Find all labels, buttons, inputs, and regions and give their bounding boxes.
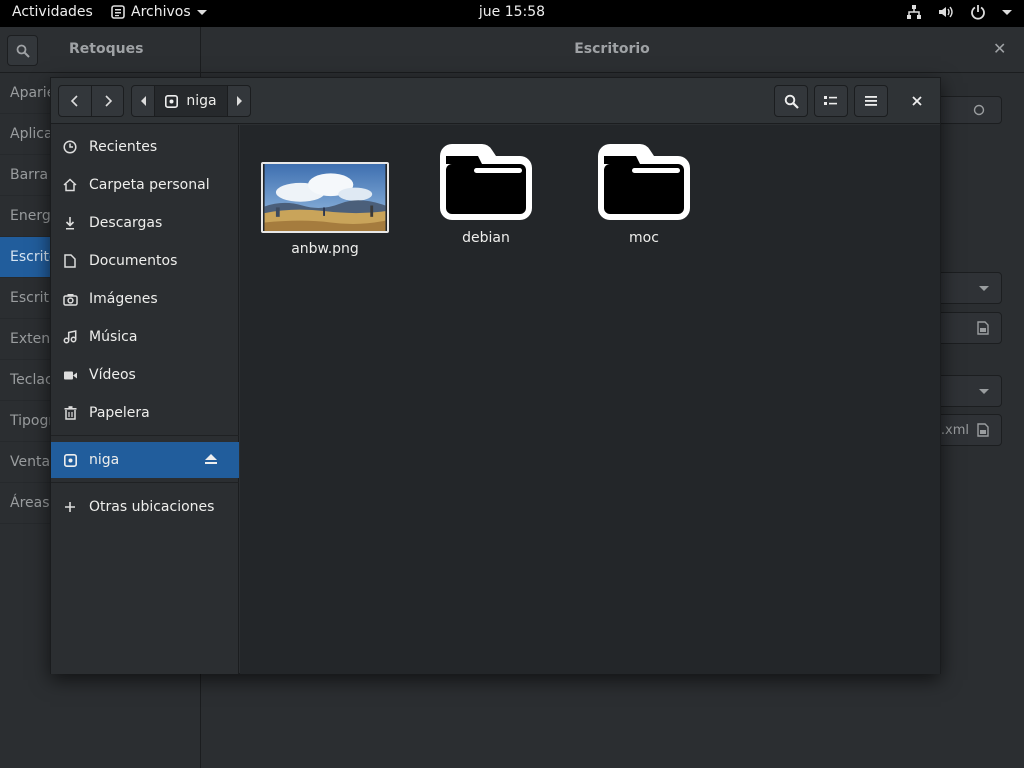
- trash-icon: [64, 406, 76, 420]
- file-name: debian: [462, 230, 510, 246]
- tweaks-app-title: Retoques: [69, 41, 144, 57]
- list-view-icon: [824, 96, 837, 105]
- folder-item[interactable]: debian: [416, 142, 556, 246]
- music-icon: [63, 330, 77, 344]
- triangle-right-icon: [236, 96, 242, 106]
- plus-icon: [65, 502, 75, 512]
- power-icon: [971, 5, 985, 20]
- video-icon: [63, 371, 77, 379]
- path-button-current[interactable]: niga: [154, 85, 228, 117]
- folder-item[interactable]: moc: [574, 142, 714, 246]
- sidebar-item-otras-ubicaciones[interactable]: Otras ubicaciones: [51, 489, 239, 525]
- chevron-down-icon: [1002, 9, 1012, 15]
- sidebar-item-label: Recientes: [89, 139, 158, 155]
- sidebar-item-label: Descargas: [89, 215, 163, 231]
- path-scroll-right-button[interactable]: [227, 85, 251, 117]
- drive-icon: [63, 453, 77, 467]
- file-grid: anbw.png debian moc: [240, 125, 940, 674]
- chevron-down-icon: [196, 9, 207, 15]
- chevron-left-icon: [70, 95, 78, 107]
- system-menu[interactable]: [906, 4, 1012, 20]
- sidebar-item-label: Imágenes: [89, 291, 158, 307]
- sidebar-item-label: Documentos: [89, 253, 178, 269]
- sidebar-item-mounted-drive[interactable]: niga: [51, 442, 239, 478]
- sidebar-item-label: Papelera: [89, 405, 150, 421]
- folder-icon: [438, 142, 534, 222]
- download-icon: [65, 217, 75, 230]
- sidebar-divider: [51, 435, 239, 436]
- menu-button[interactable]: [854, 85, 888, 117]
- clock-icon: [63, 140, 77, 154]
- app-menu-label: Archivos: [131, 4, 191, 20]
- file-open-icon: [977, 423, 989, 437]
- file-name: anbw.png: [291, 241, 359, 257]
- sidebar-item-label: Carpeta personal: [89, 177, 210, 193]
- search-icon: [784, 94, 799, 109]
- eject-icon[interactable]: [204, 453, 218, 469]
- hamburger-icon: [865, 96, 877, 106]
- sidebar-divider: [51, 482, 239, 483]
- file-chooser-dialog: niga Recientes Carpeta personal Descarga…: [50, 77, 941, 674]
- sidebar-item-videos[interactable]: Vídeos: [51, 357, 239, 393]
- home-icon: [63, 178, 77, 192]
- dialog-header: niga: [51, 78, 940, 124]
- path-scroll-left-button[interactable]: [131, 85, 155, 117]
- folder-icon: [596, 142, 692, 222]
- sidebar-item-imagenes[interactable]: Imágenes: [51, 281, 239, 317]
- chevron-down-icon: [979, 285, 989, 291]
- tweaks-search-button[interactable]: [7, 35, 38, 66]
- file-item-image[interactable]: anbw.png: [255, 162, 395, 257]
- drive-icon: [165, 94, 179, 108]
- chevron-down-icon: [979, 388, 989, 394]
- sidebar-item-papelera[interactable]: Papelera: [51, 395, 239, 431]
- sidebar-item-recientes[interactable]: Recientes: [51, 129, 239, 165]
- file-open-icon: [977, 321, 989, 335]
- file-name: moc: [629, 230, 659, 246]
- tweaks-page-title: Escritorio: [574, 41, 650, 57]
- sidebar-item-label: niga: [89, 452, 120, 468]
- sidebar-item-carpeta-personal[interactable]: Carpeta personal: [51, 167, 239, 203]
- clock[interactable]: jue 15:58: [479, 4, 545, 20]
- app-menu[interactable]: Archivos: [111, 4, 207, 20]
- image-thumbnail: [261, 162, 389, 233]
- camera-icon: [62, 293, 78, 306]
- search-icon: [16, 44, 30, 58]
- files-app-icon: [111, 5, 125, 19]
- view-toggle-button[interactable]: [814, 85, 848, 117]
- sidebar-item-label: Vídeos: [89, 367, 136, 383]
- triangle-left-icon: [140, 96, 146, 106]
- volume-icon: [939, 6, 953, 18]
- back-button[interactable]: [58, 85, 92, 117]
- close-icon: [912, 96, 922, 106]
- sidebar-item-label: Otras ubicaciones: [89, 499, 215, 515]
- chevron-right-icon: [104, 95, 112, 107]
- places-sidebar: Recientes Carpeta personal Descargas Doc…: [51, 125, 239, 674]
- path-label: niga: [186, 93, 217, 109]
- close-button[interactable]: [902, 92, 932, 110]
- close-icon[interactable]: ✕: [993, 39, 1006, 58]
- sidebar-item-descargas[interactable]: Descargas: [51, 205, 239, 241]
- search-button[interactable]: [774, 85, 808, 117]
- switch-off-icon: [973, 104, 985, 116]
- top-bar: Actividades Archivos jue 15:58: [0, 0, 1024, 27]
- document-icon: [64, 254, 76, 268]
- sidebar-item-musica[interactable]: Música: [51, 319, 239, 355]
- file-name-suffix: .xml: [940, 422, 969, 438]
- activities-button[interactable]: Actividades: [12, 4, 93, 20]
- sidebar-item-label: Música: [89, 329, 138, 345]
- sidebar-item-documentos[interactable]: Documentos: [51, 243, 239, 279]
- network-icon: [907, 5, 921, 19]
- tweaks-header: Retoques Escritorio ✕: [0, 27, 1024, 73]
- forward-button[interactable]: [91, 85, 124, 117]
